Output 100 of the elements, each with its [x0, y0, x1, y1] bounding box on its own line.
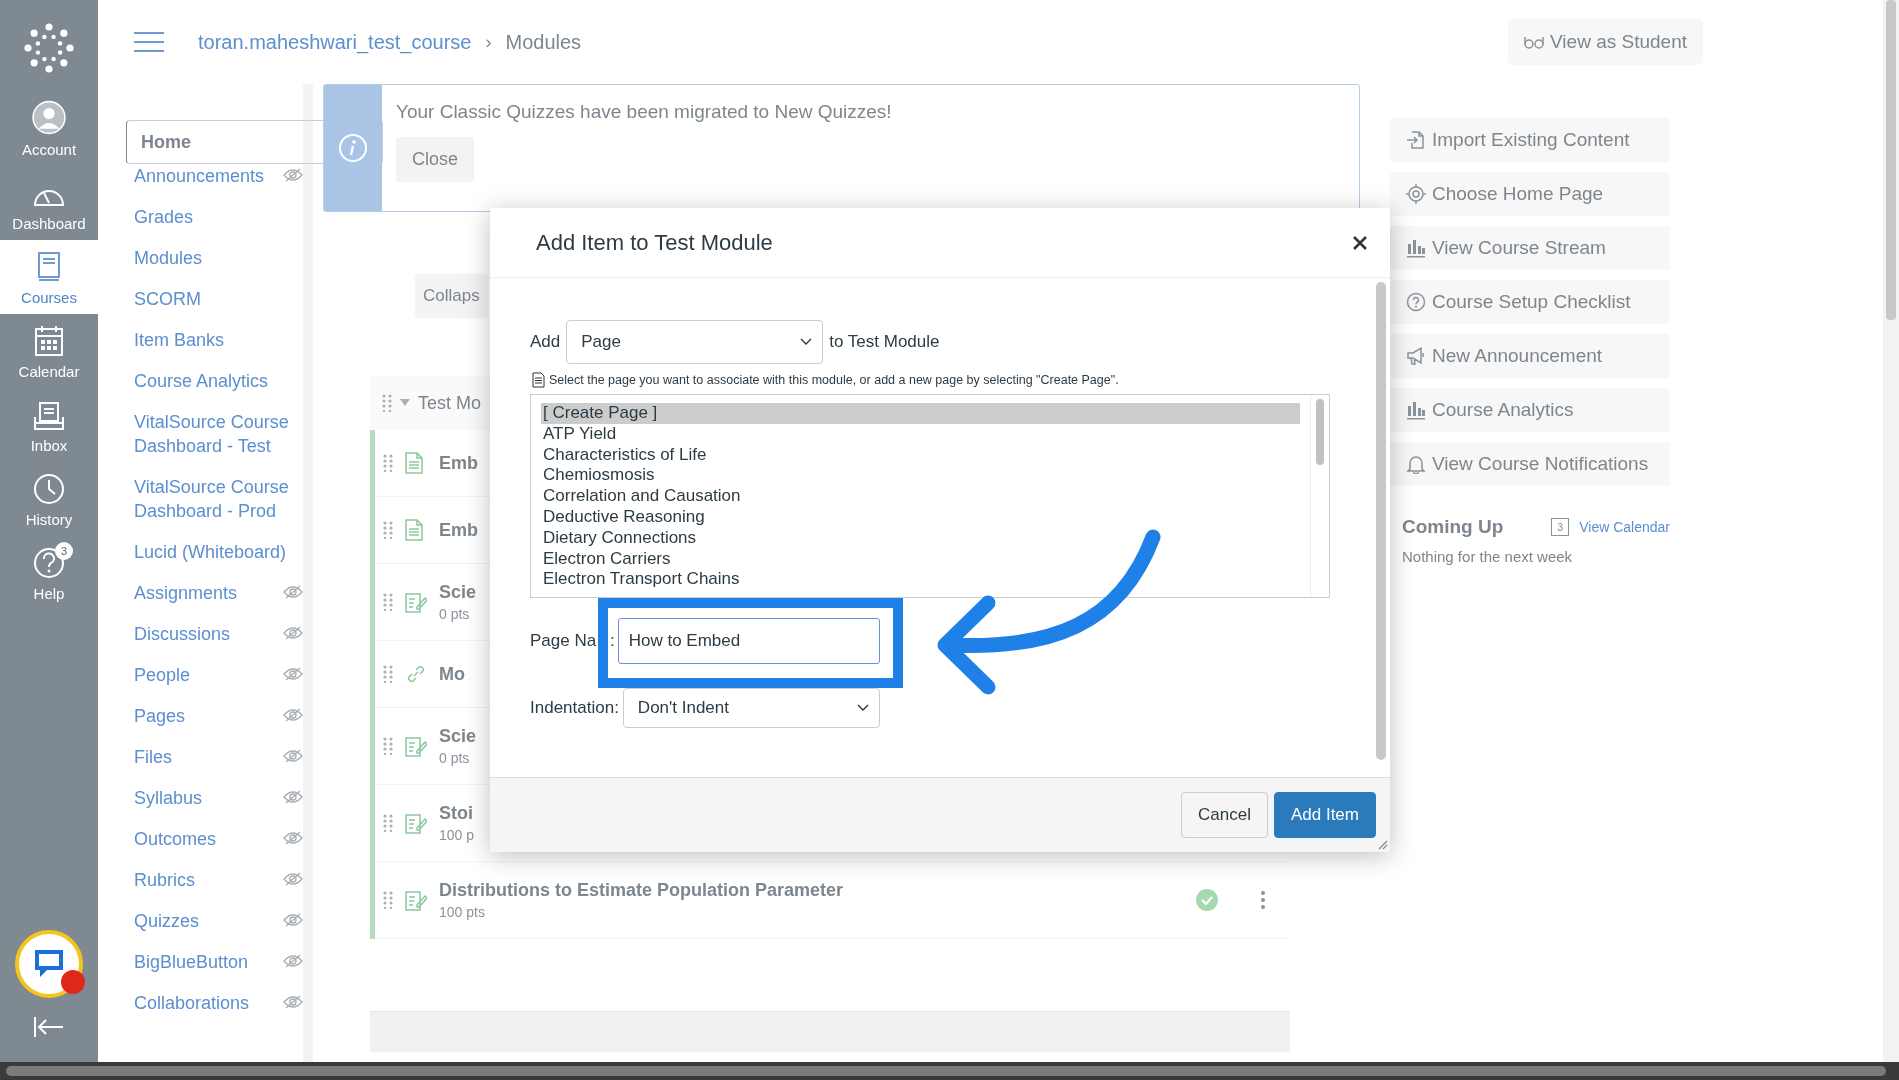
view-as-student-button[interactable]: View as Student	[1508, 19, 1703, 65]
sidebar-button[interactable]: Course Setup Checklist	[1390, 280, 1670, 324]
scrollbar-thumb[interactable]	[6, 1066, 1886, 1076]
course-nav-link[interactable]: People	[134, 663, 191, 687]
course-nav-link[interactable]: Files	[134, 745, 172, 769]
drag-handle-icon[interactable]	[383, 891, 393, 909]
nav-item[interactable]: Courses	[0, 240, 98, 314]
nav-item[interactable]: Inbox	[0, 388, 98, 462]
link-icon	[405, 663, 427, 685]
collapse-all-button[interactable]: Collaps	[415, 274, 488, 318]
count-badge: 3	[55, 542, 73, 560]
breadcrumb-link[interactable]: toran.maheshwari_test_course	[198, 30, 472, 54]
notification-dot	[61, 970, 85, 994]
course-nav-link[interactable]: Outcomes	[134, 827, 217, 851]
empty-message: Nothing for the next week	[1401, 548, 1574, 565]
drag-handle-icon[interactable]	[383, 814, 393, 832]
resize-handle-icon[interactable]	[1376, 838, 1388, 850]
sidebar-button[interactable]: View Course Stream	[1390, 226, 1670, 270]
drag-handle-icon[interactable]	[383, 454, 393, 472]
document-icon	[405, 452, 423, 474]
caret-icon	[400, 399, 410, 407]
sidebar-button[interactable]: Choose Home Page	[1390, 172, 1670, 216]
module-item-title[interactable]: Distributions to Estimate Population Parameter	[439, 880, 1184, 901]
drag-handle-icon[interactable]	[383, 521, 393, 539]
points-text: 0 pts	[439, 606, 471, 622]
hint-text: Select the page you want to associate with this module, or add a new page by selecting "Create Page".	[549, 373, 1119, 387]
document-icon	[405, 519, 423, 541]
drag-handle-icon[interactable]	[383, 593, 393, 611]
points-text: 0 pts	[439, 750, 471, 766]
item-type-select[interactable]: Page	[566, 320, 824, 364]
drag-handle-icon[interactable]	[382, 394, 392, 412]
glasses-icon	[1524, 34, 1545, 50]
page-name-label: Page Na	[530, 631, 598, 651]
calendar-icon: 3	[1551, 518, 1570, 536]
course-nav-link[interactable]: VitalSource Course Dashboard - Test	[134, 410, 299, 458]
course-nav-link[interactable]: Discussions	[134, 622, 231, 646]
calendar-icon	[34, 325, 64, 357]
logo-icon[interactable]	[23, 22, 75, 74]
add-label: Add	[530, 332, 561, 352]
page-option[interactable]: Characteristics of Life	[541, 444, 1300, 466]
course-nav-link[interactable]: Assignments	[134, 581, 238, 605]
bar-chart-icon	[1406, 238, 1426, 258]
nav-item[interactable]: Account	[0, 92, 98, 166]
book-icon	[36, 251, 62, 283]
published-check-icon[interactable]	[1196, 889, 1218, 911]
scrollbar-thumb[interactable]	[1376, 282, 1386, 760]
course-nav-link[interactable]: Announcements	[134, 164, 265, 188]
nav-item[interactable]: Calendar	[0, 314, 98, 388]
page-option[interactable]: Dietary Connections	[541, 527, 1300, 549]
collapse-icon[interactable]	[33, 1016, 65, 1038]
bar-chart-icon	[1406, 400, 1426, 420]
breadcrumb-separator: ›	[485, 31, 492, 53]
sidebar-button[interactable]: New Announcement	[1390, 334, 1670, 378]
nav-item[interactable]: Dashboard	[0, 166, 98, 240]
course-nav-link[interactable]: VitalSource Course Dashboard - Prod	[134, 475, 299, 523]
course-nav-link[interactable]: Syllabus	[134, 786, 203, 810]
nav-item[interactable]: History	[0, 462, 98, 536]
course-nav-link[interactable]: Pages	[134, 704, 186, 728]
course-nav-link[interactable]: Lucid (Whiteboard)	[134, 540, 287, 564]
course-nav-link[interactable]: Course Analytics	[134, 369, 269, 393]
course-nav-link[interactable]: Collaborations	[134, 991, 250, 1015]
course-nav-link[interactable]: Quizzes	[134, 909, 200, 933]
page-option[interactable]: Deductive Reasoning	[541, 507, 1300, 528]
sidebar-button[interactable]: View Course Notifications	[1390, 442, 1670, 486]
drag-handle-icon[interactable]	[383, 665, 393, 683]
page-option[interactable]: [ Create Page ]	[541, 403, 1300, 424]
indentation-select[interactable]: Don't Indent	[622, 688, 880, 728]
course-nav-link[interactable]: SCORM	[134, 287, 201, 311]
kebab-menu-icon[interactable]	[1260, 890, 1266, 910]
sidebar-button[interactable]: Course Analytics	[1390, 388, 1670, 432]
view-calendar-link[interactable]: View Calendar	[1579, 519, 1670, 535]
add-item-button[interactable]: Add Item	[1273, 792, 1376, 838]
menu-icon[interactable]	[134, 31, 164, 53]
course-nav-link[interactable]: Item Banks	[134, 328, 225, 352]
page-option[interactable]: ATP Yield	[541, 423, 1300, 445]
course-nav-link[interactable]: BigBlueButton	[134, 950, 249, 974]
question-icon	[33, 547, 65, 579]
info-icon	[338, 133, 368, 163]
page-option[interactable]: Electron Carriers	[541, 548, 1300, 570]
course-nav-link[interactable]: Home	[141, 130, 191, 154]
sidebar-button[interactable]: Import Existing Content	[1390, 118, 1670, 162]
page-option[interactable]: Correlation and Causation	[541, 486, 1300, 507]
module-header[interactable]	[370, 1011, 1290, 1052]
course-nav-link[interactable]: Grades	[134, 205, 194, 229]
section-heading: Coming Up	[1402, 516, 1505, 538]
points-text: 100 pts	[439, 904, 486, 920]
cancel-button[interactable]: Cancel	[1181, 792, 1268, 838]
page-option[interactable]: Electron Transport Chains	[541, 569, 1300, 591]
scrollbar-thumb[interactable]	[1316, 399, 1324, 465]
megaphone-icon	[1406, 346, 1426, 366]
nav-item[interactable]: Help 3	[0, 536, 98, 610]
scrollbar-thumb[interactable]	[1886, 0, 1896, 320]
drag-handle-icon[interactable]	[383, 737, 393, 755]
page-name-field[interactable]: How to Embed	[617, 618, 880, 664]
page-option[interactable]: Chemiosmosis	[541, 465, 1300, 487]
close-button[interactable]: Close	[396, 137, 475, 182]
target-icon	[1406, 184, 1426, 204]
course-nav-link[interactable]: Modules	[134, 246, 203, 270]
course-nav-link[interactable]: Rubrics	[134, 868, 195, 892]
close-icon[interactable]	[1352, 234, 1368, 251]
